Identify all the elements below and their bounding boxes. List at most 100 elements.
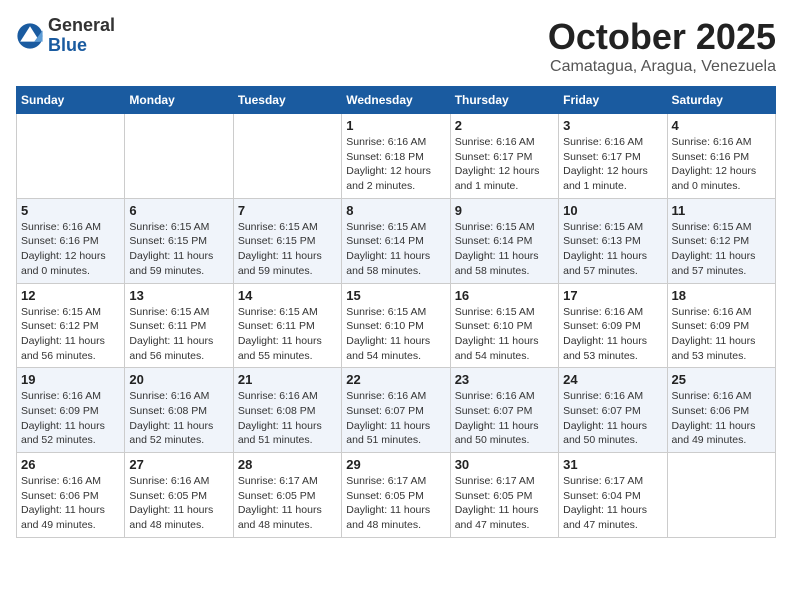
day-number: 2	[455, 118, 554, 133]
day-number: 19	[21, 372, 120, 387]
day-number: 28	[238, 457, 337, 472]
day-info: Sunrise: 6:16 AM Sunset: 6:05 PM Dayligh…	[129, 474, 228, 533]
day-info: Sunrise: 6:16 AM Sunset: 6:08 PM Dayligh…	[129, 389, 228, 448]
table-row: 4 Sunrise: 6:16 AM Sunset: 6:16 PM Daylig…	[667, 114, 775, 199]
table-row: 20 Sunrise: 6:16 AM Sunset: 6:08 PM Dayli…	[125, 368, 233, 453]
table-row: 11 Sunrise: 6:15 AM Sunset: 6:12 PM Dayli…	[667, 198, 775, 283]
day-info: Sunrise: 6:16 AM Sunset: 6:16 PM Dayligh…	[672, 135, 771, 194]
day-number: 3	[563, 118, 662, 133]
day-number: 23	[455, 372, 554, 387]
day-number: 20	[129, 372, 228, 387]
day-number: 11	[672, 203, 771, 218]
day-info: Sunrise: 6:15 AM Sunset: 6:15 PM Dayligh…	[238, 220, 337, 279]
day-number: 29	[346, 457, 445, 472]
logo-general-text: General	[48, 16, 115, 36]
header-thursday: Thursday	[450, 87, 558, 114]
table-row: 23 Sunrise: 6:16 AM Sunset: 6:07 PM Dayli…	[450, 368, 558, 453]
day-number: 7	[238, 203, 337, 218]
table-row: 30 Sunrise: 6:17 AM Sunset: 6:05 PM Dayli…	[450, 453, 558, 538]
day-info: Sunrise: 6:16 AM Sunset: 6:09 PM Dayligh…	[21, 389, 120, 448]
day-info: Sunrise: 6:16 AM Sunset: 6:18 PM Dayligh…	[346, 135, 445, 194]
table-row: 25 Sunrise: 6:16 AM Sunset: 6:06 PM Dayli…	[667, 368, 775, 453]
header-sunday: Sunday	[17, 87, 125, 114]
day-number: 22	[346, 372, 445, 387]
table-row	[667, 453, 775, 538]
table-row: 18 Sunrise: 6:16 AM Sunset: 6:09 PM Dayli…	[667, 283, 775, 368]
day-info: Sunrise: 6:16 AM Sunset: 6:06 PM Dayligh…	[672, 389, 771, 448]
day-info: Sunrise: 6:16 AM Sunset: 6:17 PM Dayligh…	[563, 135, 662, 194]
day-number: 1	[346, 118, 445, 133]
day-info: Sunrise: 6:16 AM Sunset: 6:09 PM Dayligh…	[672, 305, 771, 364]
header: General Blue October 2025 Camatagua, Ara…	[16, 16, 776, 76]
header-friday: Friday	[559, 87, 667, 114]
day-info: Sunrise: 6:16 AM Sunset: 6:06 PM Dayligh…	[21, 474, 120, 533]
day-info: Sunrise: 6:16 AM Sunset: 6:07 PM Dayligh…	[563, 389, 662, 448]
table-row: 21Sunrise: 6:16 AM Sunset: 6:08 PM Dayli…	[233, 368, 341, 453]
day-info: Sunrise: 6:15 AM Sunset: 6:10 PM Dayligh…	[455, 305, 554, 364]
day-number: 4	[672, 118, 771, 133]
calendar-week-row: 26 Sunrise: 6:16 AM Sunset: 6:06 PM Dayli…	[17, 453, 776, 538]
day-number: 17	[563, 288, 662, 303]
month-title: October 2025	[548, 16, 776, 58]
table-row: 26 Sunrise: 6:16 AM Sunset: 6:06 PM Dayli…	[17, 453, 125, 538]
logo-text: General Blue	[48, 16, 115, 56]
day-info: Sunrise: 6:15 AM Sunset: 6:15 PM Dayligh…	[129, 220, 228, 279]
day-number: 9	[455, 203, 554, 218]
day-info: Sunrise: 6:17 AM Sunset: 6:05 PM Dayligh…	[238, 474, 337, 533]
logo-blue-text: Blue	[48, 36, 115, 56]
table-row	[17, 114, 125, 199]
table-row	[233, 114, 341, 199]
day-number: 26	[21, 457, 120, 472]
day-number: 8	[346, 203, 445, 218]
table-row: 19 Sunrise: 6:16 AM Sunset: 6:09 PM Dayli…	[17, 368, 125, 453]
day-info: Sunrise: 6:15 AM Sunset: 6:14 PM Dayligh…	[346, 220, 445, 279]
title-area: October 2025 Camatagua, Aragua, Venezuel…	[548, 16, 776, 76]
table-row: 8 Sunrise: 6:15 AM Sunset: 6:14 PM Daylig…	[342, 198, 450, 283]
day-number: 30	[455, 457, 554, 472]
day-info: Sunrise: 6:15 AM Sunset: 6:13 PM Dayligh…	[563, 220, 662, 279]
header-saturday: Saturday	[667, 87, 775, 114]
day-number: 31	[563, 457, 662, 472]
day-info: Sunrise: 6:16 AM Sunset: 6:17 PM Dayligh…	[455, 135, 554, 194]
table-row: 14 Sunrise: 6:15 AM Sunset: 6:11 PM Dayli…	[233, 283, 341, 368]
logo: General Blue	[16, 16, 115, 56]
day-number: 10	[563, 203, 662, 218]
table-row: 7 Sunrise: 6:15 AM Sunset: 6:15 PM Daylig…	[233, 198, 341, 283]
table-row: 2 Sunrise: 6:16 AM Sunset: 6:17 PM Daylig…	[450, 114, 558, 199]
day-number: 27	[129, 457, 228, 472]
table-row: 6 Sunrise: 6:15 AM Sunset: 6:15 PM Daylig…	[125, 198, 233, 283]
calendar-week-row: 12Sunrise: 6:15 AM Sunset: 6:12 PM Dayli…	[17, 283, 776, 368]
day-number: 5	[21, 203, 120, 218]
day-number: 14	[238, 288, 337, 303]
day-info: Sunrise: 6:16 AM Sunset: 6:07 PM Dayligh…	[455, 389, 554, 448]
table-row: 22 Sunrise: 6:16 AM Sunset: 6:07 PM Dayli…	[342, 368, 450, 453]
calendar-table: Sunday Monday Tuesday Wednesday Thursday…	[16, 86, 776, 538]
table-row: 10 Sunrise: 6:15 AM Sunset: 6:13 PM Dayli…	[559, 198, 667, 283]
calendar-week-row: 19 Sunrise: 6:16 AM Sunset: 6:09 PM Dayli…	[17, 368, 776, 453]
day-info: Sunrise: 6:16 AM Sunset: 6:07 PM Dayligh…	[346, 389, 445, 448]
table-row: 12Sunrise: 6:15 AM Sunset: 6:12 PM Dayli…	[17, 283, 125, 368]
calendar-week-row: 5Sunrise: 6:16 AM Sunset: 6:16 PM Daylig…	[17, 198, 776, 283]
day-number: 6	[129, 203, 228, 218]
table-row: 9 Sunrise: 6:15 AM Sunset: 6:14 PM Daylig…	[450, 198, 558, 283]
day-info: Sunrise: 6:15 AM Sunset: 6:14 PM Dayligh…	[455, 220, 554, 279]
day-info: Sunrise: 6:15 AM Sunset: 6:11 PM Dayligh…	[129, 305, 228, 364]
table-row: 5Sunrise: 6:16 AM Sunset: 6:16 PM Daylig…	[17, 198, 125, 283]
day-number: 16	[455, 288, 554, 303]
day-info: Sunrise: 6:15 AM Sunset: 6:11 PM Dayligh…	[238, 305, 337, 364]
table-row: 27 Sunrise: 6:16 AM Sunset: 6:05 PM Dayli…	[125, 453, 233, 538]
day-number: 25	[672, 372, 771, 387]
location-title: Camatagua, Aragua, Venezuela	[548, 58, 776, 76]
day-info: Sunrise: 6:15 AM Sunset: 6:12 PM Dayligh…	[672, 220, 771, 279]
logo-icon	[16, 22, 44, 50]
table-row: 17 Sunrise: 6:16 AM Sunset: 6:09 PM Dayli…	[559, 283, 667, 368]
table-row: 31Sunrise: 6:17 AM Sunset: 6:04 PM Dayli…	[559, 453, 667, 538]
table-row: 29Sunrise: 6:17 AM Sunset: 6:05 PM Dayli…	[342, 453, 450, 538]
table-row: 3 Sunrise: 6:16 AM Sunset: 6:17 PM Daylig…	[559, 114, 667, 199]
day-info: Sunrise: 6:16 AM Sunset: 6:09 PM Dayligh…	[563, 305, 662, 364]
table-row: 15Sunrise: 6:15 AM Sunset: 6:10 PM Dayli…	[342, 283, 450, 368]
calendar-week-row: 1 Sunrise: 6:16 AM Sunset: 6:18 PM Daylig…	[17, 114, 776, 199]
day-number: 18	[672, 288, 771, 303]
day-info: Sunrise: 6:17 AM Sunset: 6:05 PM Dayligh…	[455, 474, 554, 533]
table-row: 13Sunrise: 6:15 AM Sunset: 6:11 PM Dayli…	[125, 283, 233, 368]
